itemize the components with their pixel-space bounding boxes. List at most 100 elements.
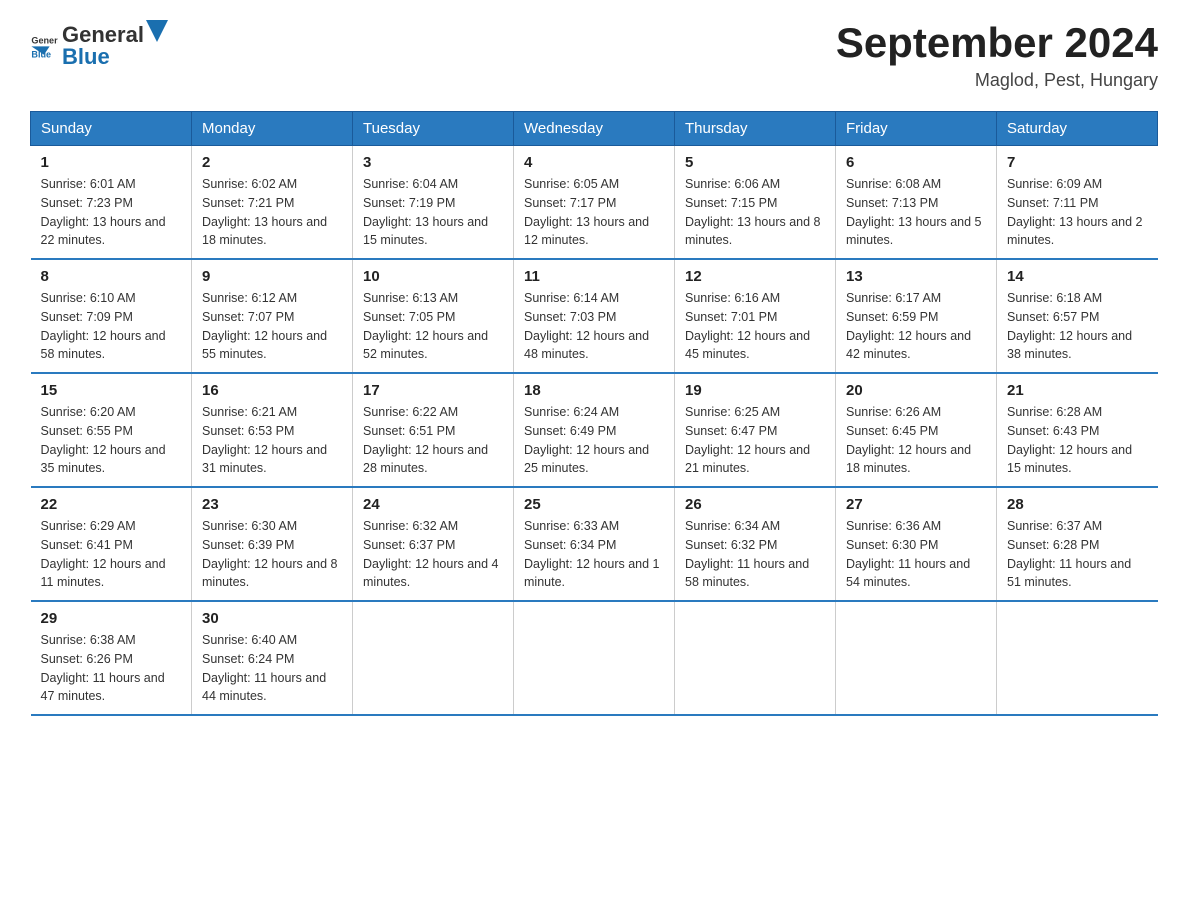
calendar-cell: 9 Sunrise: 6:12 AM Sunset: 7:07 PM Dayli… xyxy=(192,259,353,373)
day-info: Sunrise: 6:29 AM Sunset: 6:41 PM Dayligh… xyxy=(41,517,182,592)
header-wednesday: Wednesday xyxy=(514,112,675,146)
day-number: 10 xyxy=(363,268,503,285)
day-number: 14 xyxy=(1007,268,1148,285)
calendar-cell: 14 Sunrise: 6:18 AM Sunset: 6:57 PM Dayl… xyxy=(997,259,1158,373)
calendar-cell: 8 Sunrise: 6:10 AM Sunset: 7:09 PM Dayli… xyxy=(31,259,192,373)
day-number: 30 xyxy=(202,610,342,627)
day-number: 26 xyxy=(685,496,825,513)
day-number: 24 xyxy=(363,496,503,513)
day-number: 17 xyxy=(363,382,503,399)
day-number: 13 xyxy=(846,268,986,285)
calendar-cell: 10 Sunrise: 6:13 AM Sunset: 7:05 PM Dayl… xyxy=(353,259,514,373)
calendar-cell: 28 Sunrise: 6:37 AM Sunset: 6:28 PM Dayl… xyxy=(997,487,1158,601)
day-number: 18 xyxy=(524,382,664,399)
calendar-cell: 7 Sunrise: 6:09 AM Sunset: 7:11 PM Dayli… xyxy=(997,146,1158,260)
calendar-cell: 18 Sunrise: 6:24 AM Sunset: 6:49 PM Dayl… xyxy=(514,373,675,487)
day-info: Sunrise: 6:26 AM Sunset: 6:45 PM Dayligh… xyxy=(846,403,986,478)
calendar-cell: 30 Sunrise: 6:40 AM Sunset: 6:24 PM Dayl… xyxy=(192,601,353,715)
day-number: 7 xyxy=(1007,154,1148,171)
day-number: 15 xyxy=(41,382,182,399)
day-number: 5 xyxy=(685,154,825,171)
calendar-cell: 15 Sunrise: 6:20 AM Sunset: 6:55 PM Dayl… xyxy=(31,373,192,487)
day-info: Sunrise: 6:16 AM Sunset: 7:01 PM Dayligh… xyxy=(685,289,825,364)
day-info: Sunrise: 6:22 AM Sunset: 6:51 PM Dayligh… xyxy=(363,403,503,478)
day-info: Sunrise: 6:32 AM Sunset: 6:37 PM Dayligh… xyxy=(363,517,503,592)
svg-text:General: General xyxy=(31,36,58,46)
day-number: 20 xyxy=(846,382,986,399)
header-saturday: Saturday xyxy=(997,112,1158,146)
day-info: Sunrise: 6:24 AM Sunset: 6:49 PM Dayligh… xyxy=(524,403,664,478)
day-number: 23 xyxy=(202,496,342,513)
day-info: Sunrise: 6:02 AM Sunset: 7:21 PM Dayligh… xyxy=(202,175,342,250)
day-info: Sunrise: 6:17 AM Sunset: 6:59 PM Dayligh… xyxy=(846,289,986,364)
logo-icon: General Blue xyxy=(30,31,58,59)
day-number: 4 xyxy=(524,154,664,171)
day-number: 1 xyxy=(41,154,182,171)
day-number: 12 xyxy=(685,268,825,285)
calendar-cell: 4 Sunrise: 6:05 AM Sunset: 7:17 PM Dayli… xyxy=(514,146,675,260)
calendar-week-4: 22 Sunrise: 6:29 AM Sunset: 6:41 PM Dayl… xyxy=(31,487,1158,601)
month-title: September 2024 xyxy=(836,20,1158,66)
day-info: Sunrise: 6:25 AM Sunset: 6:47 PM Dayligh… xyxy=(685,403,825,478)
page-header: General Blue General Blue September 2024… xyxy=(30,20,1158,91)
calendar-cell: 16 Sunrise: 6:21 AM Sunset: 6:53 PM Dayl… xyxy=(192,373,353,487)
day-number: 22 xyxy=(41,496,182,513)
day-number: 29 xyxy=(41,610,182,627)
calendar-cell: 19 Sunrise: 6:25 AM Sunset: 6:47 PM Dayl… xyxy=(675,373,836,487)
calendar-cell: 23 Sunrise: 6:30 AM Sunset: 6:39 PM Dayl… xyxy=(192,487,353,601)
day-info: Sunrise: 6:30 AM Sunset: 6:39 PM Dayligh… xyxy=(202,517,342,592)
header-friday: Friday xyxy=(836,112,997,146)
calendar-table: Sunday Monday Tuesday Wednesday Thursday… xyxy=(30,111,1158,716)
day-info: Sunrise: 6:37 AM Sunset: 6:28 PM Dayligh… xyxy=(1007,517,1148,592)
day-info: Sunrise: 6:33 AM Sunset: 6:34 PM Dayligh… xyxy=(524,517,664,592)
day-number: 25 xyxy=(524,496,664,513)
day-info: Sunrise: 6:40 AM Sunset: 6:24 PM Dayligh… xyxy=(202,631,342,706)
logo-blue-text: Blue xyxy=(62,44,110,69)
day-info: Sunrise: 6:20 AM Sunset: 6:55 PM Dayligh… xyxy=(41,403,182,478)
calendar-cell: 12 Sunrise: 6:16 AM Sunset: 7:01 PM Dayl… xyxy=(675,259,836,373)
day-info: Sunrise: 6:01 AM Sunset: 7:23 PM Dayligh… xyxy=(41,175,182,250)
calendar-header-row: Sunday Monday Tuesday Wednesday Thursday… xyxy=(31,112,1158,146)
day-info: Sunrise: 6:13 AM Sunset: 7:05 PM Dayligh… xyxy=(363,289,503,364)
header-monday: Monday xyxy=(192,112,353,146)
calendar-week-1: 1 Sunrise: 6:01 AM Sunset: 7:23 PM Dayli… xyxy=(31,146,1158,260)
calendar-cell: 11 Sunrise: 6:14 AM Sunset: 7:03 PM Dayl… xyxy=(514,259,675,373)
day-info: Sunrise: 6:09 AM Sunset: 7:11 PM Dayligh… xyxy=(1007,175,1148,250)
day-info: Sunrise: 6:18 AM Sunset: 6:57 PM Dayligh… xyxy=(1007,289,1148,364)
day-info: Sunrise: 6:12 AM Sunset: 7:07 PM Dayligh… xyxy=(202,289,342,364)
day-info: Sunrise: 6:10 AM Sunset: 7:09 PM Dayligh… xyxy=(41,289,182,364)
calendar-cell: 20 Sunrise: 6:26 AM Sunset: 6:45 PM Dayl… xyxy=(836,373,997,487)
calendar-cell: 2 Sunrise: 6:02 AM Sunset: 7:21 PM Dayli… xyxy=(192,146,353,260)
day-info: Sunrise: 6:14 AM Sunset: 7:03 PM Dayligh… xyxy=(524,289,664,364)
day-number: 19 xyxy=(685,382,825,399)
calendar-cell xyxy=(353,601,514,715)
logo-triangle-icon xyxy=(146,20,168,42)
day-info: Sunrise: 6:34 AM Sunset: 6:32 PM Dayligh… xyxy=(685,517,825,592)
calendar-week-5: 29 Sunrise: 6:38 AM Sunset: 6:26 PM Dayl… xyxy=(31,601,1158,715)
calendar-cell: 24 Sunrise: 6:32 AM Sunset: 6:37 PM Dayl… xyxy=(353,487,514,601)
calendar-cell: 29 Sunrise: 6:38 AM Sunset: 6:26 PM Dayl… xyxy=(31,601,192,715)
svg-text:Blue: Blue xyxy=(31,50,51,59)
calendar-cell: 6 Sunrise: 6:08 AM Sunset: 7:13 PM Dayli… xyxy=(836,146,997,260)
day-number: 3 xyxy=(363,154,503,171)
day-info: Sunrise: 6:05 AM Sunset: 7:17 PM Dayligh… xyxy=(524,175,664,250)
day-info: Sunrise: 6:38 AM Sunset: 6:26 PM Dayligh… xyxy=(41,631,182,706)
calendar-cell: 1 Sunrise: 6:01 AM Sunset: 7:23 PM Dayli… xyxy=(31,146,192,260)
calendar-cell: 25 Sunrise: 6:33 AM Sunset: 6:34 PM Dayl… xyxy=(514,487,675,601)
calendar-cell: 3 Sunrise: 6:04 AM Sunset: 7:19 PM Dayli… xyxy=(353,146,514,260)
day-number: 8 xyxy=(41,268,182,285)
day-number: 2 xyxy=(202,154,342,171)
calendar-cell: 27 Sunrise: 6:36 AM Sunset: 6:30 PM Dayl… xyxy=(836,487,997,601)
calendar-cell: 22 Sunrise: 6:29 AM Sunset: 6:41 PM Dayl… xyxy=(31,487,192,601)
calendar-cell xyxy=(997,601,1158,715)
day-number: 28 xyxy=(1007,496,1148,513)
day-info: Sunrise: 6:36 AM Sunset: 6:30 PM Dayligh… xyxy=(846,517,986,592)
calendar-cell: 13 Sunrise: 6:17 AM Sunset: 6:59 PM Dayl… xyxy=(836,259,997,373)
calendar-cell: 21 Sunrise: 6:28 AM Sunset: 6:43 PM Dayl… xyxy=(997,373,1158,487)
calendar-cell: 17 Sunrise: 6:22 AM Sunset: 6:51 PM Dayl… xyxy=(353,373,514,487)
day-info: Sunrise: 6:04 AM Sunset: 7:19 PM Dayligh… xyxy=(363,175,503,250)
header-thursday: Thursday xyxy=(675,112,836,146)
calendar-week-3: 15 Sunrise: 6:20 AM Sunset: 6:55 PM Dayl… xyxy=(31,373,1158,487)
day-number: 16 xyxy=(202,382,342,399)
calendar-cell xyxy=(675,601,836,715)
